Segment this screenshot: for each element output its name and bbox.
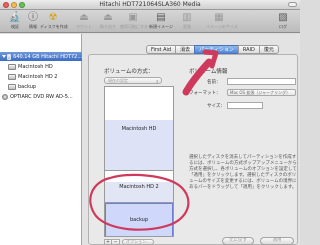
- partition-instructions: 選択したディスクを消去してパーティションを作成するには、ボリュームの方式ポップア…: [189, 155, 297, 190]
- burn-button[interactable]: ☢ ディスクを作成: [40, 11, 68, 32]
- disk-sidebar: 640.14 GB Hitachi HDT72... Macintosh HD …: [0, 34, 82, 245]
- sidebar-item-backup[interactable]: backup: [0, 82, 82, 91]
- new-image-button[interactable]: ▤ 新規イメージ: [148, 11, 174, 32]
- add-partition-button[interactable]: +: [104, 239, 112, 245]
- enable-label: 使用可能にする: [120, 24, 149, 29]
- disclosure-triangle-icon[interactable]: [2, 55, 6, 58]
- volume-info-heading: ボリューム情報: [189, 69, 228, 75]
- sidebar-item-hitachi-disk[interactable]: 640.14 GB Hitachi HDT72...: [0, 52, 82, 61]
- tab-partition[interactable]: パーティション: [194, 45, 238, 54]
- popup-arrows-icon: ⇕: [155, 79, 159, 84]
- convert-button[interactable]: ▥ 変換: [174, 11, 200, 32]
- log-icon: ▧: [278, 12, 288, 23]
- window-title: Hitachi HDT721064SLA360 Media: [99, 1, 201, 8]
- partition-map[interactable]: Macintosh HD Macintosh HD 2 backup: [104, 86, 174, 237]
- partition-name: Macintosh HD 2: [119, 183, 159, 190]
- format-value: Mac OS 拡張（ジャーナリング）: [230, 90, 291, 95]
- resize-image-label: イメージのサイズ: [206, 24, 238, 29]
- revert-button[interactable]: 元に戻す: [222, 237, 254, 245]
- enable-icon: ▣: [128, 12, 138, 23]
- volume-scheme-value: 現在の設定: [108, 78, 128, 83]
- partition-block-backup[interactable]: backup: [105, 203, 173, 236]
- hard-disk-icon: [7, 53, 12, 60]
- partition-block-macintosh-hd[interactable]: Macintosh HD: [105, 87, 173, 171]
- sidebar-item-label: Macintosh HD 2: [18, 73, 58, 80]
- sidebar-item-label: OPTIARC DVD RW AD-5...: [10, 93, 73, 100]
- convert-label: 変換: [183, 24, 191, 29]
- log-label: ログ: [279, 24, 287, 29]
- toolbar-toggle-button[interactable]: [288, 2, 297, 7]
- tab-restore[interactable]: 復元: [258, 45, 279, 54]
- burn-label: ディスクを作成: [40, 24, 68, 29]
- volume-scheme-label: ボリュームの方式：: [104, 69, 154, 75]
- sidebar-item-label: backup: [18, 83, 37, 90]
- size-label: サイズ：: [207, 104, 225, 109]
- title-bar: Hitachi HDT721064SLA360 Media: [0, 0, 300, 10]
- toolbar: 🔬 検証 ⓘ 情報 ☢ ディスクを作成 ⏏ マウント ⏏ 取り出す ▣ 使用可能…: [0, 10, 300, 33]
- tab-erase[interactable]: 消去: [175, 45, 195, 54]
- new-image-icon: ▤: [156, 12, 166, 23]
- burn-icon: ☢: [48, 12, 58, 23]
- sidebar-item-optical-drive[interactable]: OPTIARC DVD RW AD-5...: [0, 92, 82, 101]
- partition-block-macintosh-hd-2[interactable]: Macintosh HD 2: [105, 171, 173, 203]
- name-label: 名前：: [207, 80, 221, 85]
- eject-label: 取り出す: [100, 24, 116, 29]
- remove-partition-button[interactable]: −: [112, 239, 120, 245]
- tab-bar: First Aid 消去 パーティション RAID 復元: [146, 45, 279, 54]
- sidebar-item-macintosh-hd[interactable]: Macintosh HD: [0, 62, 82, 71]
- mount-label: マウント: [76, 24, 92, 29]
- enable-button[interactable]: ▣ 使用可能にする: [120, 11, 149, 32]
- new-image-label: 新規イメージ: [149, 24, 173, 29]
- size-field[interactable]: [227, 102, 263, 109]
- partition-name: backup: [129, 217, 149, 223]
- optical-disc-icon: [2, 93, 8, 100]
- sidebar-item-label: Macintosh HD: [18, 63, 53, 70]
- format-label: フォーマット：: [189, 91, 221, 96]
- sidebar-item-macintosh-hd-2[interactable]: Macintosh HD 2: [0, 72, 82, 81]
- mount-button[interactable]: ⏏ マウント: [71, 11, 97, 32]
- options-button[interactable]: オプション...: [122, 239, 154, 245]
- sidebar-item-label: 640.14 GB Hitachi HDT72...: [13, 53, 82, 60]
- mount-icon: ⏏: [79, 12, 89, 23]
- volume-icon: [8, 83, 16, 90]
- resize-image-icon: ▦: [214, 12, 224, 23]
- convert-icon: ▥: [182, 12, 192, 23]
- main-pane: First Aid 消去 パーティション RAID 復元 ボリュームの方式： 現…: [82, 34, 300, 245]
- partition-name: Macintosh HD: [121, 125, 157, 132]
- eject-icon: ⏏: [103, 12, 113, 23]
- volume-icon: [8, 63, 16, 70]
- tab-first-aid[interactable]: First Aid: [146, 45, 176, 54]
- format-popup[interactable]: Mac OS 拡張（ジャーナリング）: [227, 89, 296, 96]
- volume-icon: [8, 73, 16, 80]
- resize-image-button[interactable]: ▦ イメージのサイズ: [206, 11, 238, 32]
- tab-raid[interactable]: RAID: [237, 45, 259, 54]
- apply-button[interactable]: 適用: [260, 237, 294, 245]
- partition-buttons: + − オプション...: [104, 239, 154, 245]
- volume-scheme-popup[interactable]: 現在の設定 ⇕: [104, 77, 162, 84]
- log-button[interactable]: ▧ ログ: [270, 11, 296, 32]
- eject-button[interactable]: ⏏ 取り出す: [95, 11, 121, 32]
- name-field[interactable]: [227, 78, 296, 85]
